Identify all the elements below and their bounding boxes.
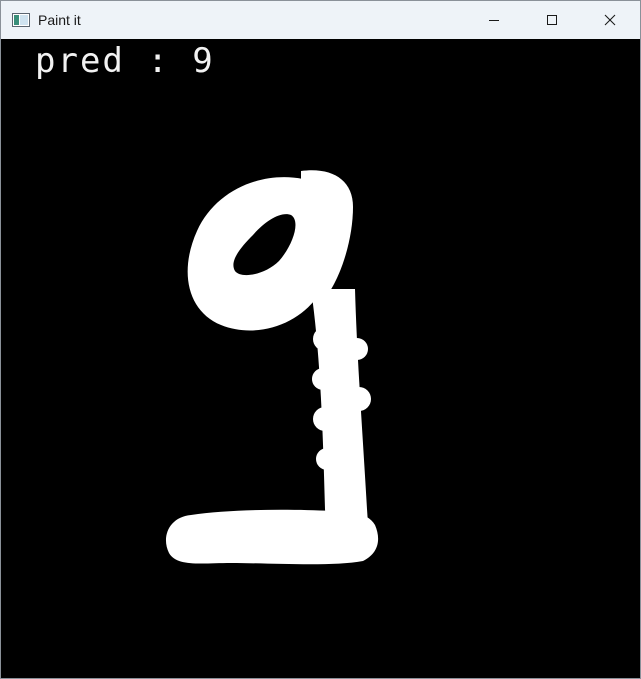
maximize-icon: [546, 14, 558, 26]
drawing-canvas[interactable]: pred : 9: [1, 39, 640, 678]
prediction-label: pred : 9: [35, 41, 215, 81]
close-button[interactable]: [581, 1, 639, 39]
minimize-button[interactable]: [465, 1, 523, 39]
close-icon: [604, 14, 616, 26]
maximize-button[interactable]: [523, 1, 581, 39]
window-title: Paint it: [38, 12, 81, 28]
title-bar[interactable]: Paint it: [1, 1, 640, 39]
app-window: Paint it pred: 9: [0, 0, 641, 679]
drawn-digit: [165, 170, 379, 565]
minimize-icon: [488, 14, 500, 26]
app-window-icon: [12, 13, 30, 27]
